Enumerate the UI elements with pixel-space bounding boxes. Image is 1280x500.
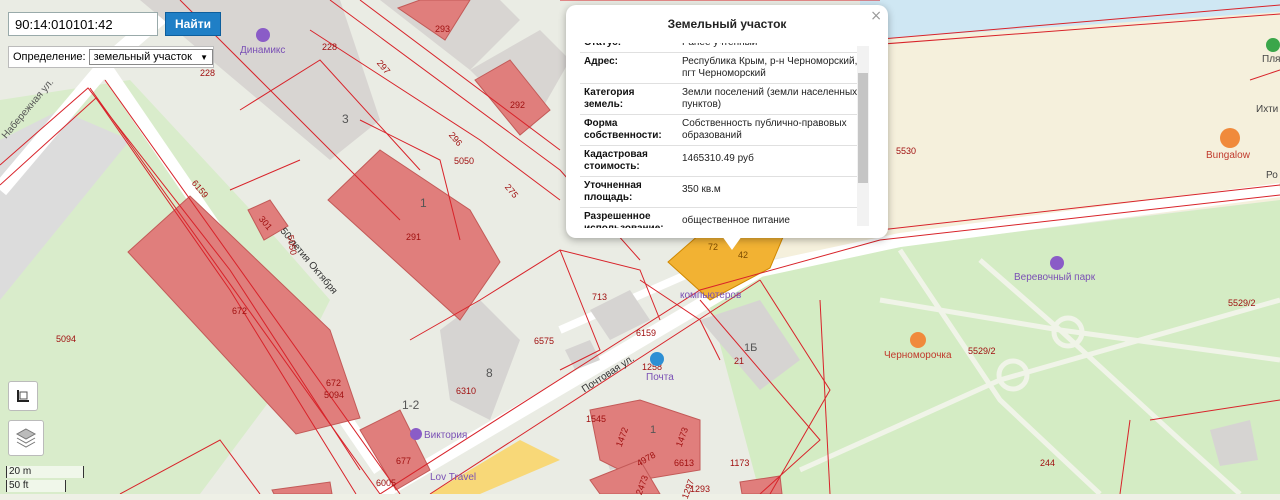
poi-icon-plya[interactable] <box>1266 38 1280 52</box>
poi-icon-dinamiks[interactable] <box>256 28 270 42</box>
poi-icon-bungalow[interactable] <box>1220 128 1240 148</box>
popup-attributes-table[interactable]: Статус:Ранее учтенный Адрес: Республика К… <box>580 43 868 228</box>
popup-row: Форма собственности: Собственность публич… <box>580 115 868 146</box>
popup-scrollbar-thumb[interactable] <box>858 73 868 183</box>
definition-select[interactable]: земельный участок ▼ <box>88 49 213 65</box>
cadastre-search-input[interactable]: 90:14:010101:42 <box>8 12 158 36</box>
row-value: 1465310.49 руб <box>682 153 754 164</box>
row-key: Статус: <box>580 43 678 52</box>
poi-icon-pochta[interactable] <box>650 352 664 366</box>
scale-bar-metric: 20 m <box>6 466 84 478</box>
row-value: Собственность публично-правовых образова… <box>682 118 847 141</box>
row-value: Республика Крым, р-н Черноморский, пгт Ч… <box>682 56 858 79</box>
row-value: Земли поселений (земли населенных пункто… <box>682 87 858 110</box>
row-value: общественное питание <box>682 215 790 226</box>
popup-row: Статус:Ранее учтенный <box>580 43 868 53</box>
layers-button[interactable] <box>8 420 44 456</box>
poi-icon-viktoriya[interactable] <box>410 428 422 440</box>
popup-row: Уточненная площадь: 350 кв.м <box>580 177 868 208</box>
parcel-info-popup: Земельный участок × Статус:Ранее учтенны… <box>566 5 888 238</box>
row-key: Кадастровая стоимость: <box>584 149 648 172</box>
select-area-button[interactable] <box>8 381 38 411</box>
row-key: Категория земель: <box>584 87 635 110</box>
row-key: Разрешенное использование: <box>584 211 664 228</box>
definition-select-value: земельный участок <box>93 51 192 63</box>
close-icon[interactable]: × <box>870 8 882 24</box>
popup-title: Земельный участок <box>667 17 787 31</box>
poi-icon-verevochny[interactable] <box>1050 256 1064 270</box>
definition-label: Определение: <box>13 51 86 63</box>
definition-row: Определение: земельный участок ▼ <box>8 46 214 68</box>
row-key: Форма собственности: <box>584 118 662 141</box>
poi-icon-chernomorochka[interactable] <box>910 332 926 348</box>
popup-row: Кадастровая стоимость: 1465310.49 руб <box>580 146 868 177</box>
scale-bar-imperial: 50 ft <box>6 480 66 492</box>
cadastre-search-value: 90:14:010101:42 <box>15 16 113 32</box>
find-button[interactable]: Найти <box>165 12 221 36</box>
select-area-icon <box>17 390 29 402</box>
row-value: Ранее учтенный <box>678 43 868 52</box>
popup-pointer <box>722 236 742 250</box>
popup-row: Адрес: Республика Крым, р-н Черноморский,… <box>580 53 868 84</box>
popup-row: Категория земель: Земли поселений (земли … <box>580 84 868 115</box>
chevron-down-icon: ▼ <box>200 52 208 62</box>
row-key: Адрес: <box>584 56 618 67</box>
popup-row: Разрешенное использование: общественное п… <box>580 208 868 228</box>
row-key: Уточненная площадь: <box>584 180 642 203</box>
row-value: 350 кв.м <box>682 184 721 195</box>
layers-icon <box>15 428 37 448</box>
